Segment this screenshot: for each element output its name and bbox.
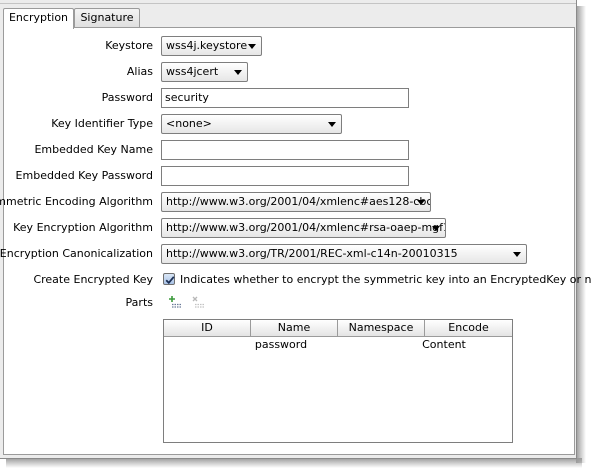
embedded-key-name-label: Embedded Key Name [34,143,153,156]
checkmark-icon [165,276,175,285]
keystore-value: wss4j.keystore [166,39,248,52]
encryption-canonicalization-label: Encryption Canonicalization [0,247,153,260]
alias-value: wss4jcert [166,65,219,78]
password-label: Password [101,91,153,104]
column-header-name[interactable]: Name [251,320,338,337]
symmetric-encoding-algorithm-label: Symmetric Encoding Algorithm [0,195,153,208]
encryption-canonicalization-select[interactable]: http://www.w3.org/TR/2001/REC-xml-c14n-2… [161,244,527,264]
parts-table: ID Name Namespace Encode password Conten… [163,319,513,443]
cell-id[interactable] [164,337,251,353]
embedded-key-name-field[interactable] [161,140,409,160]
alias-select[interactable]: wss4jcert [161,62,248,82]
encryption-panel: Keystore wss4j.keystore Alias wss4jcert … [0,27,591,455]
key-identifier-type-select[interactable]: <none> [161,114,342,134]
chevron-down-icon [432,226,440,231]
embedded-key-password-label: Embedded Key Password [15,169,153,182]
column-header-encode[interactable]: Encode [425,320,512,337]
cell-name[interactable]: password [251,337,311,353]
tab-bar-line [0,3,576,4]
parts-label: Parts [125,296,153,309]
encryption-canonicalization-value: http://www.w3.org/TR/2001/REC-xml-c14n-2… [166,247,458,260]
parts-table-header: ID Name Namespace Encode [164,320,512,337]
keystore-label: Keystore [105,39,153,52]
key-encryption-algorithm-select[interactable]: http://www.w3.org/2001/04/xmlenc#rsa-oae… [161,218,446,238]
remove-row-icon[interactable] [191,295,205,309]
tab-signature[interactable]: Signature [74,8,140,28]
key-identifier-type-label: Key Identifier Type [51,117,153,130]
window-shadow-right [576,6,586,463]
window-shadow-bottom [6,458,582,468]
chevron-down-icon [513,252,521,257]
key-encryption-algorithm-label: Key Encryption Algorithm [13,221,153,234]
chevron-down-icon [234,70,242,75]
table-row[interactable]: password Content [164,337,512,353]
column-header-namespace[interactable]: Namespace [338,320,425,337]
create-encrypted-key-checkbox[interactable] [163,273,175,285]
keystore-select[interactable]: wss4j.keystore [161,36,262,56]
chevron-down-icon [248,44,256,49]
column-header-id[interactable]: ID [164,320,251,337]
add-row-icon[interactable] [168,295,182,309]
cell-encode[interactable]: Content [412,337,476,353]
chevron-down-icon [417,200,425,205]
create-encrypted-key-description: Indicates whether to encrypt the symmetr… [180,273,591,286]
chevron-down-icon [328,122,336,127]
tab-encryption[interactable]: Encryption [3,8,74,29]
alias-label: Alias [126,65,153,78]
embedded-key-password-field[interactable] [161,166,409,186]
tab-bar: Encryption Signature [0,0,576,29]
properties-window: Encryption Signature Keystore wss4j.keys… [0,0,591,459]
password-field[interactable]: security [161,88,409,108]
key-identifier-type-value: <none> [166,117,212,130]
symmetric-encoding-algorithm-select[interactable]: http://www.w3.org/2001/04/xmlenc#aes128-… [161,192,431,212]
key-encryption-algorithm-value: http://www.w3.org/2001/04/xmlenc#rsa-oae… [166,221,446,234]
symmetric-encoding-algorithm-value: http://www.w3.org/2001/04/xmlenc#aes128-… [166,195,431,208]
create-encrypted-key-label: Create Encrypted Key [33,273,153,286]
